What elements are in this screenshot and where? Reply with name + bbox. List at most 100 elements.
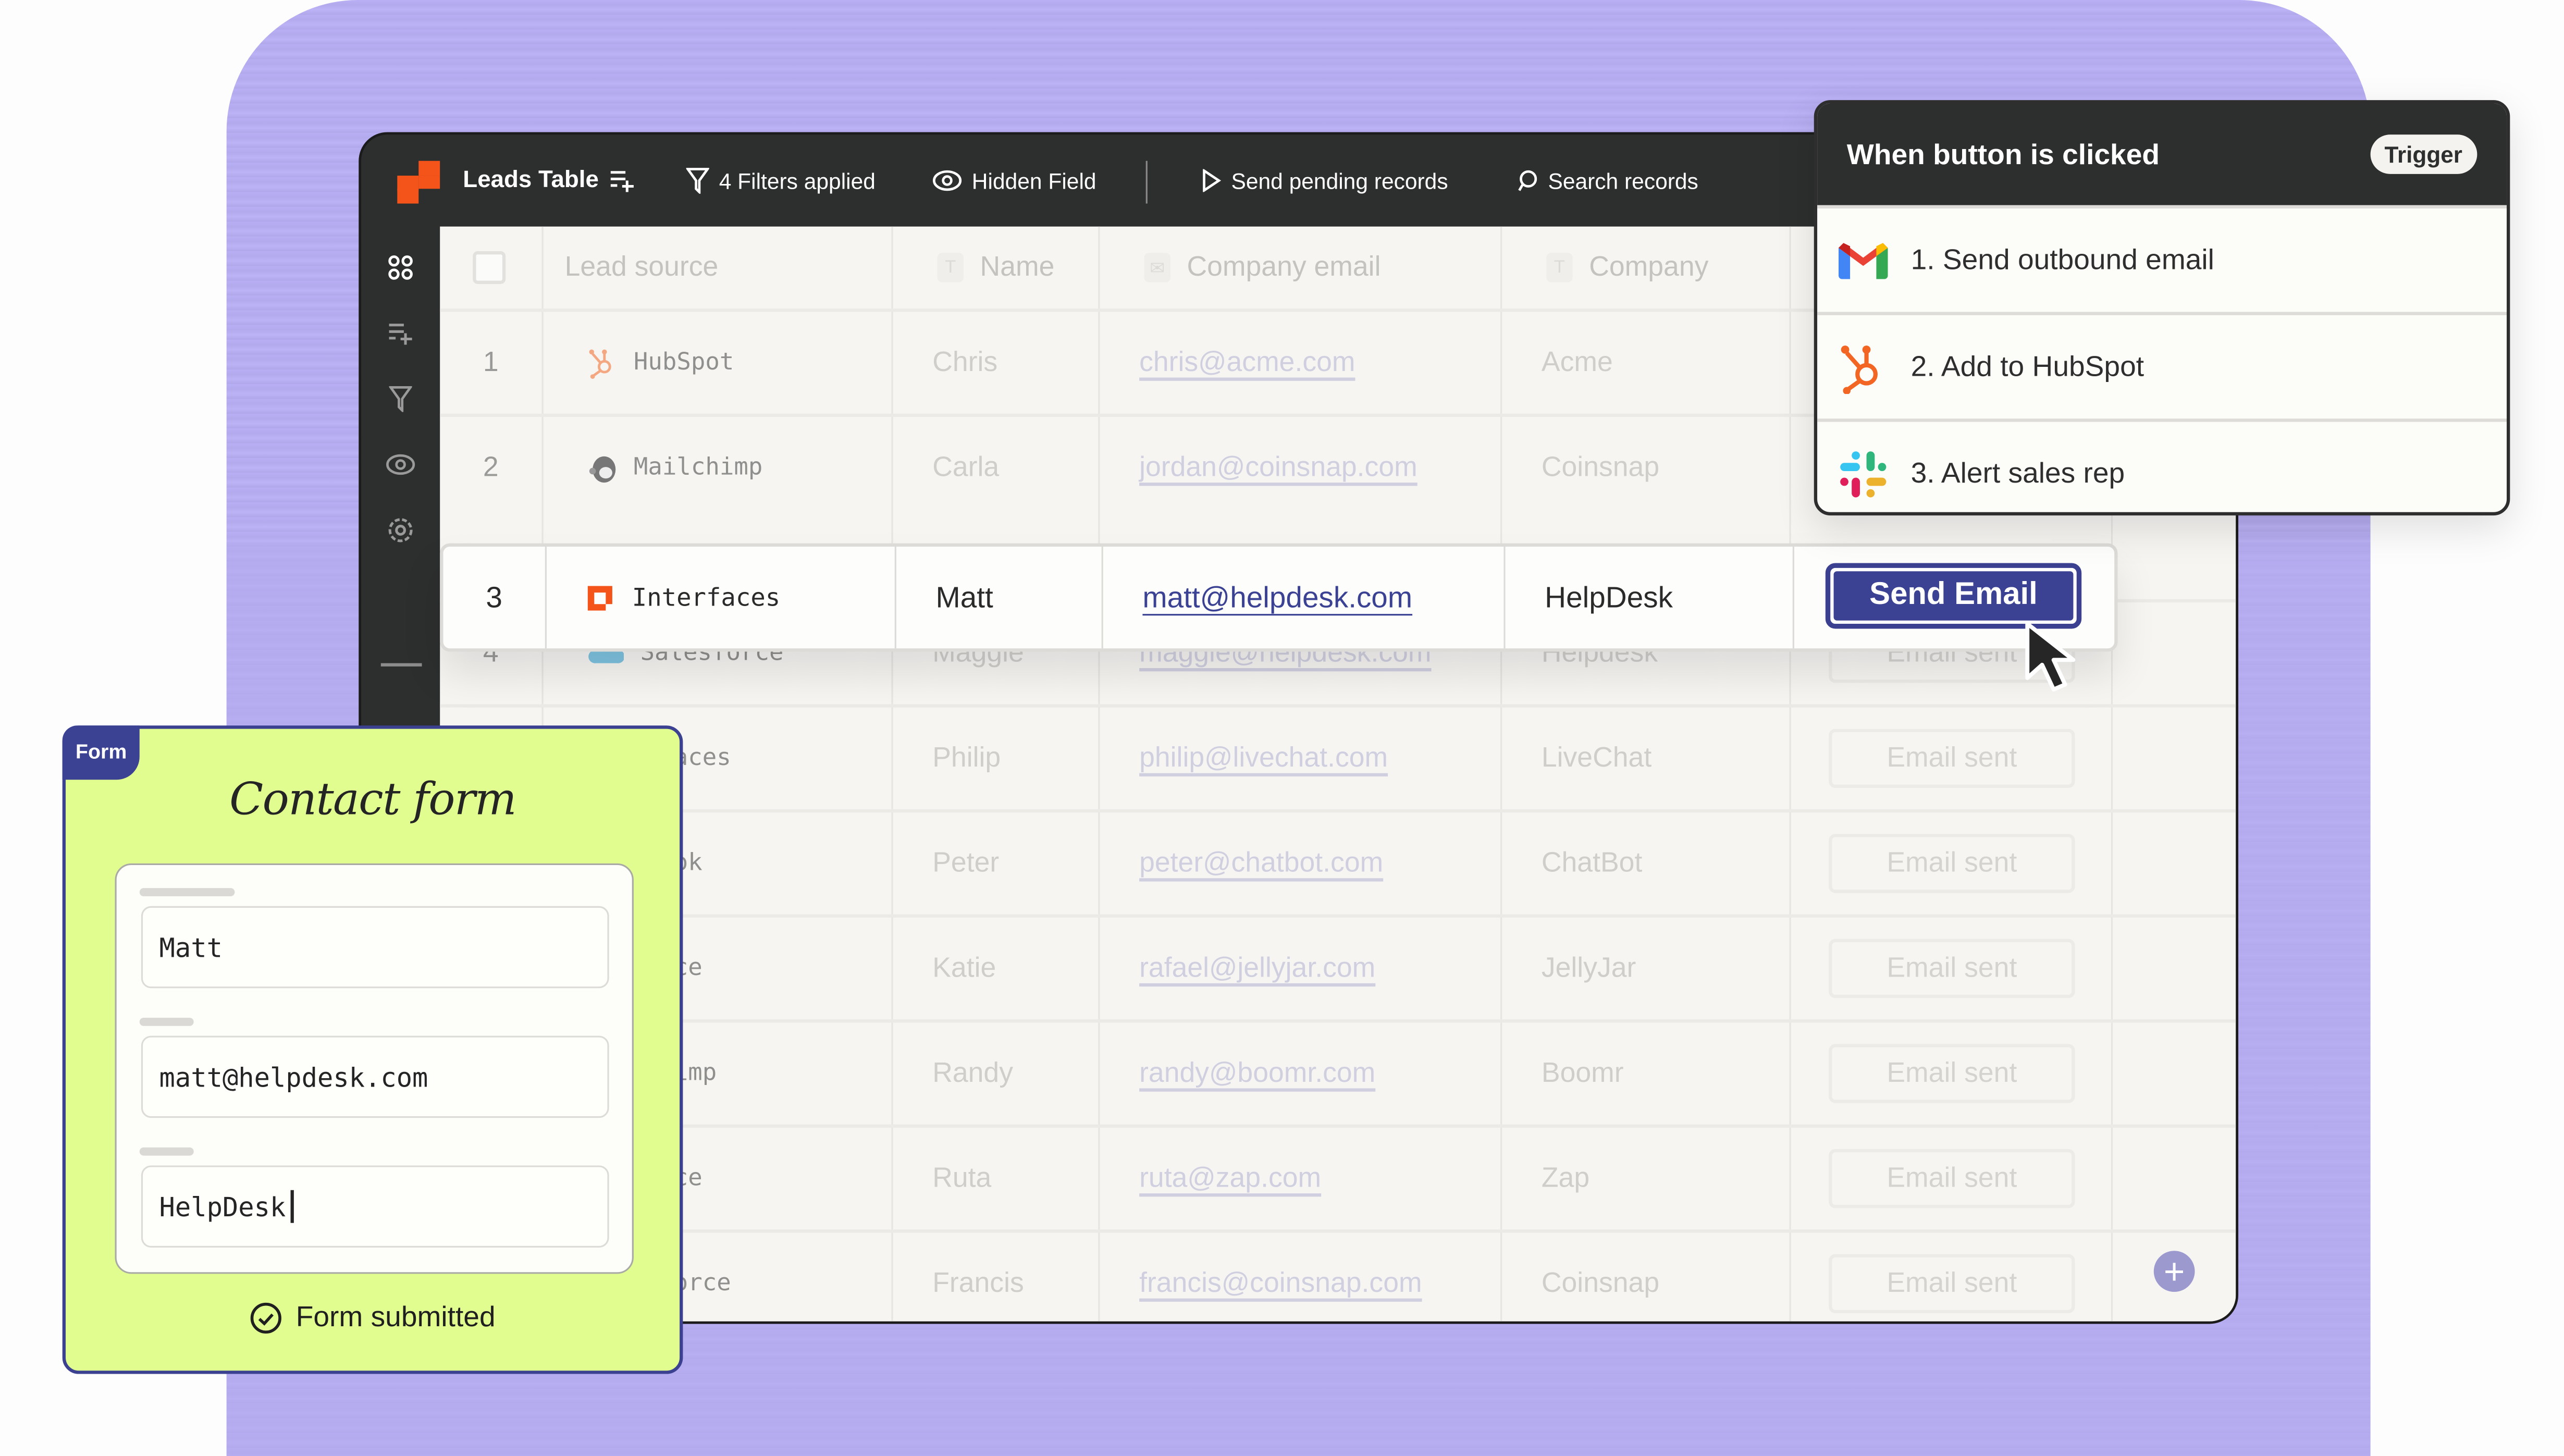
table-row[interactable]: 10SalesforceFrancisfrancis@coinsnap.comC…	[440, 1229, 2236, 1321]
table-row[interactable]: 7UnbounceKatierafael@jellyjar.comJellyJa…	[440, 914, 2236, 1023]
play-icon	[1203, 169, 1222, 192]
sidebar-apps-icon[interactable]	[384, 251, 417, 284]
column-header-company-email[interactable]: ✉ Company email	[1144, 227, 1380, 309]
company-cell: ChatBot	[1541, 847, 1643, 879]
lead-source-cell: Mailchimp	[588, 417, 763, 519]
email-sent-button[interactable]: Email sent	[1829, 729, 2075, 788]
email-link[interactable]: ruta@zap.com	[1139, 1128, 1321, 1229]
table-row[interactable]: 6FacebookPeterpeter@chatbot.comChatBotEm…	[440, 809, 2236, 918]
row-number: 1	[483, 346, 499, 378]
name-cell: Randy	[932, 1057, 1013, 1089]
text-caret	[290, 1190, 294, 1223]
selected-row[interactable]: 3 Interfaces Matt matt@helpdesk.com Help…	[440, 543, 2118, 652]
email-type-icon: ✉	[1144, 253, 1170, 282]
name-cell: Peter	[932, 847, 1000, 879]
add-record-button[interactable]: +	[2153, 1251, 2195, 1292]
email-sent-button[interactable]: Email sent	[1829, 1254, 2075, 1313]
row-number: 2	[483, 451, 499, 483]
hidden-field-button[interactable]: Hidden Field	[932, 134, 1096, 226]
contact-form-card: Form Contact form Matt matt@helpdesk.com…	[62, 725, 683, 1374]
name-cell: Matt	[935, 580, 993, 613]
table-row[interactable]: 8MailchimpRandyrandy@boomr.comBoomrEmail…	[440, 1019, 2236, 1128]
field-label-placeholder	[139, 888, 235, 896]
trigger-header: When button is clicked Trigger	[1817, 103, 2507, 205]
trigger-badge: Trigger	[2370, 134, 2477, 174]
company-cell: Coinsnap	[1541, 451, 1660, 483]
table-row[interactable]: 9UnbounceRutaruta@zap.comZapEmail sent	[440, 1124, 2236, 1233]
add-field-icon[interactable]	[609, 169, 635, 192]
zap-trigger-panel: When button is clicked Trigger 1. Send o…	[1814, 100, 2510, 516]
text-type-icon: T	[937, 253, 964, 282]
table-title[interactable]: Leads Table	[463, 134, 635, 226]
field-label-placeholder	[139, 1147, 194, 1156]
email-sent-button[interactable]: Email sent	[1829, 939, 2075, 998]
search-icon	[1518, 170, 1537, 191]
column-header-name[interactable]: T Name	[937, 227, 1054, 309]
name-cell: Philip	[932, 742, 1001, 773]
eye-icon	[932, 170, 962, 191]
send-pending-button[interactable]: Send pending records	[1202, 134, 1448, 226]
name-cell: Chris	[932, 346, 998, 378]
field-label-placeholder	[139, 1018, 194, 1026]
name-cell: Katie	[932, 952, 996, 983]
workflow-step[interactable]: 3. Alert sales rep	[1817, 418, 2507, 512]
search-records-button[interactable]: Search records	[1517, 134, 1698, 226]
name-cell: Ruta	[932, 1162, 992, 1194]
company-cell: JellyJar	[1541, 952, 1636, 983]
email-link[interactable]: chris@acme.com	[1139, 312, 1355, 414]
interfaces-icon	[587, 585, 612, 610]
email-link[interactable]: peter@chatbot.com	[1139, 812, 1383, 914]
email-field[interactable]: matt@helpdesk.com	[141, 1035, 609, 1118]
email-sent-button[interactable]: Email sent	[1829, 834, 2075, 893]
email-link[interactable]: matt@helpdesk.com	[1142, 547, 1412, 648]
name-cell: Carla	[932, 451, 1000, 483]
workflow-step[interactable]: 2. Add to HubSpot	[1817, 312, 2507, 419]
email-link[interactable]: jordan@coinsnap.com	[1139, 417, 1417, 519]
filter-icon	[686, 168, 709, 194]
email-link[interactable]: francis@coinsnap.com	[1139, 1233, 1422, 1322]
hubspot-icon	[1841, 344, 1878, 393]
mouse-cursor-icon	[2025, 622, 2076, 692]
sidebar-eye-icon[interactable]	[384, 448, 417, 481]
filters-button[interactable]: 4 Filters applied	[686, 134, 876, 226]
form-status: Form submitted	[66, 1300, 680, 1335]
company-cell: Boomr	[1541, 1057, 1624, 1089]
row-number: 3	[486, 580, 502, 613]
lead-source-label: HubSpot	[633, 349, 734, 376]
email-sent-button[interactable]: Email sent	[1829, 1149, 2075, 1208]
company-cell: Coinsnap	[1541, 1267, 1660, 1299]
text-type-icon: T	[1546, 253, 1573, 282]
table-row[interactable]: 5InterfacesPhilipphilip@livechat.comLive…	[440, 704, 2236, 812]
name-field[interactable]: Matt	[141, 906, 609, 989]
sidebar-settings-icon[interactable]	[384, 514, 417, 547]
column-header-lead-source[interactable]: Lead source	[565, 227, 719, 309]
lead-source-cell: Interfaces	[587, 547, 780, 648]
email-link[interactable]: rafael@jellyjar.com	[1139, 918, 1375, 1019]
email-link[interactable]: randy@boomr.com	[1139, 1022, 1375, 1124]
form-title: Contact form	[229, 774, 516, 826]
column-header-company[interactable]: T Company	[1546, 227, 1708, 309]
mailchimp-icon	[588, 451, 618, 484]
workflow-step[interactable]: 1. Send outbound email	[1817, 205, 2507, 312]
sidebar-filter-icon[interactable]	[384, 382, 417, 415]
app-logo-icon	[397, 161, 440, 204]
company-cell: Acme	[1541, 346, 1613, 378]
name-cell: Francis	[932, 1267, 1024, 1299]
company-field[interactable]: HelpDesk	[141, 1165, 609, 1248]
gmail-icon	[1839, 242, 1888, 278]
email-link[interactable]: philip@livechat.com	[1139, 708, 1388, 809]
email-sent-button[interactable]: Email sent	[1829, 1044, 2075, 1103]
company-cell: Zap	[1541, 1162, 1590, 1194]
select-all-checkbox[interactable]	[473, 227, 506, 309]
company-cell: LiveChat	[1541, 742, 1652, 773]
check-circle-icon	[251, 1302, 282, 1333]
company-cell: HelpDesk	[1545, 580, 1673, 613]
lead-source-label: Mailchimp	[633, 454, 763, 481]
form-tag: Form	[62, 725, 140, 780]
slack-icon	[1840, 450, 1887, 497]
lead-source-cell: HubSpot	[588, 312, 734, 414]
hero-canvas: Leads Table 4 Filters applied Hidden Fie…	[0, 0, 2564, 1456]
sidebar-add-field-icon[interactable]	[384, 317, 417, 350]
toolbar-divider	[1145, 161, 1148, 204]
